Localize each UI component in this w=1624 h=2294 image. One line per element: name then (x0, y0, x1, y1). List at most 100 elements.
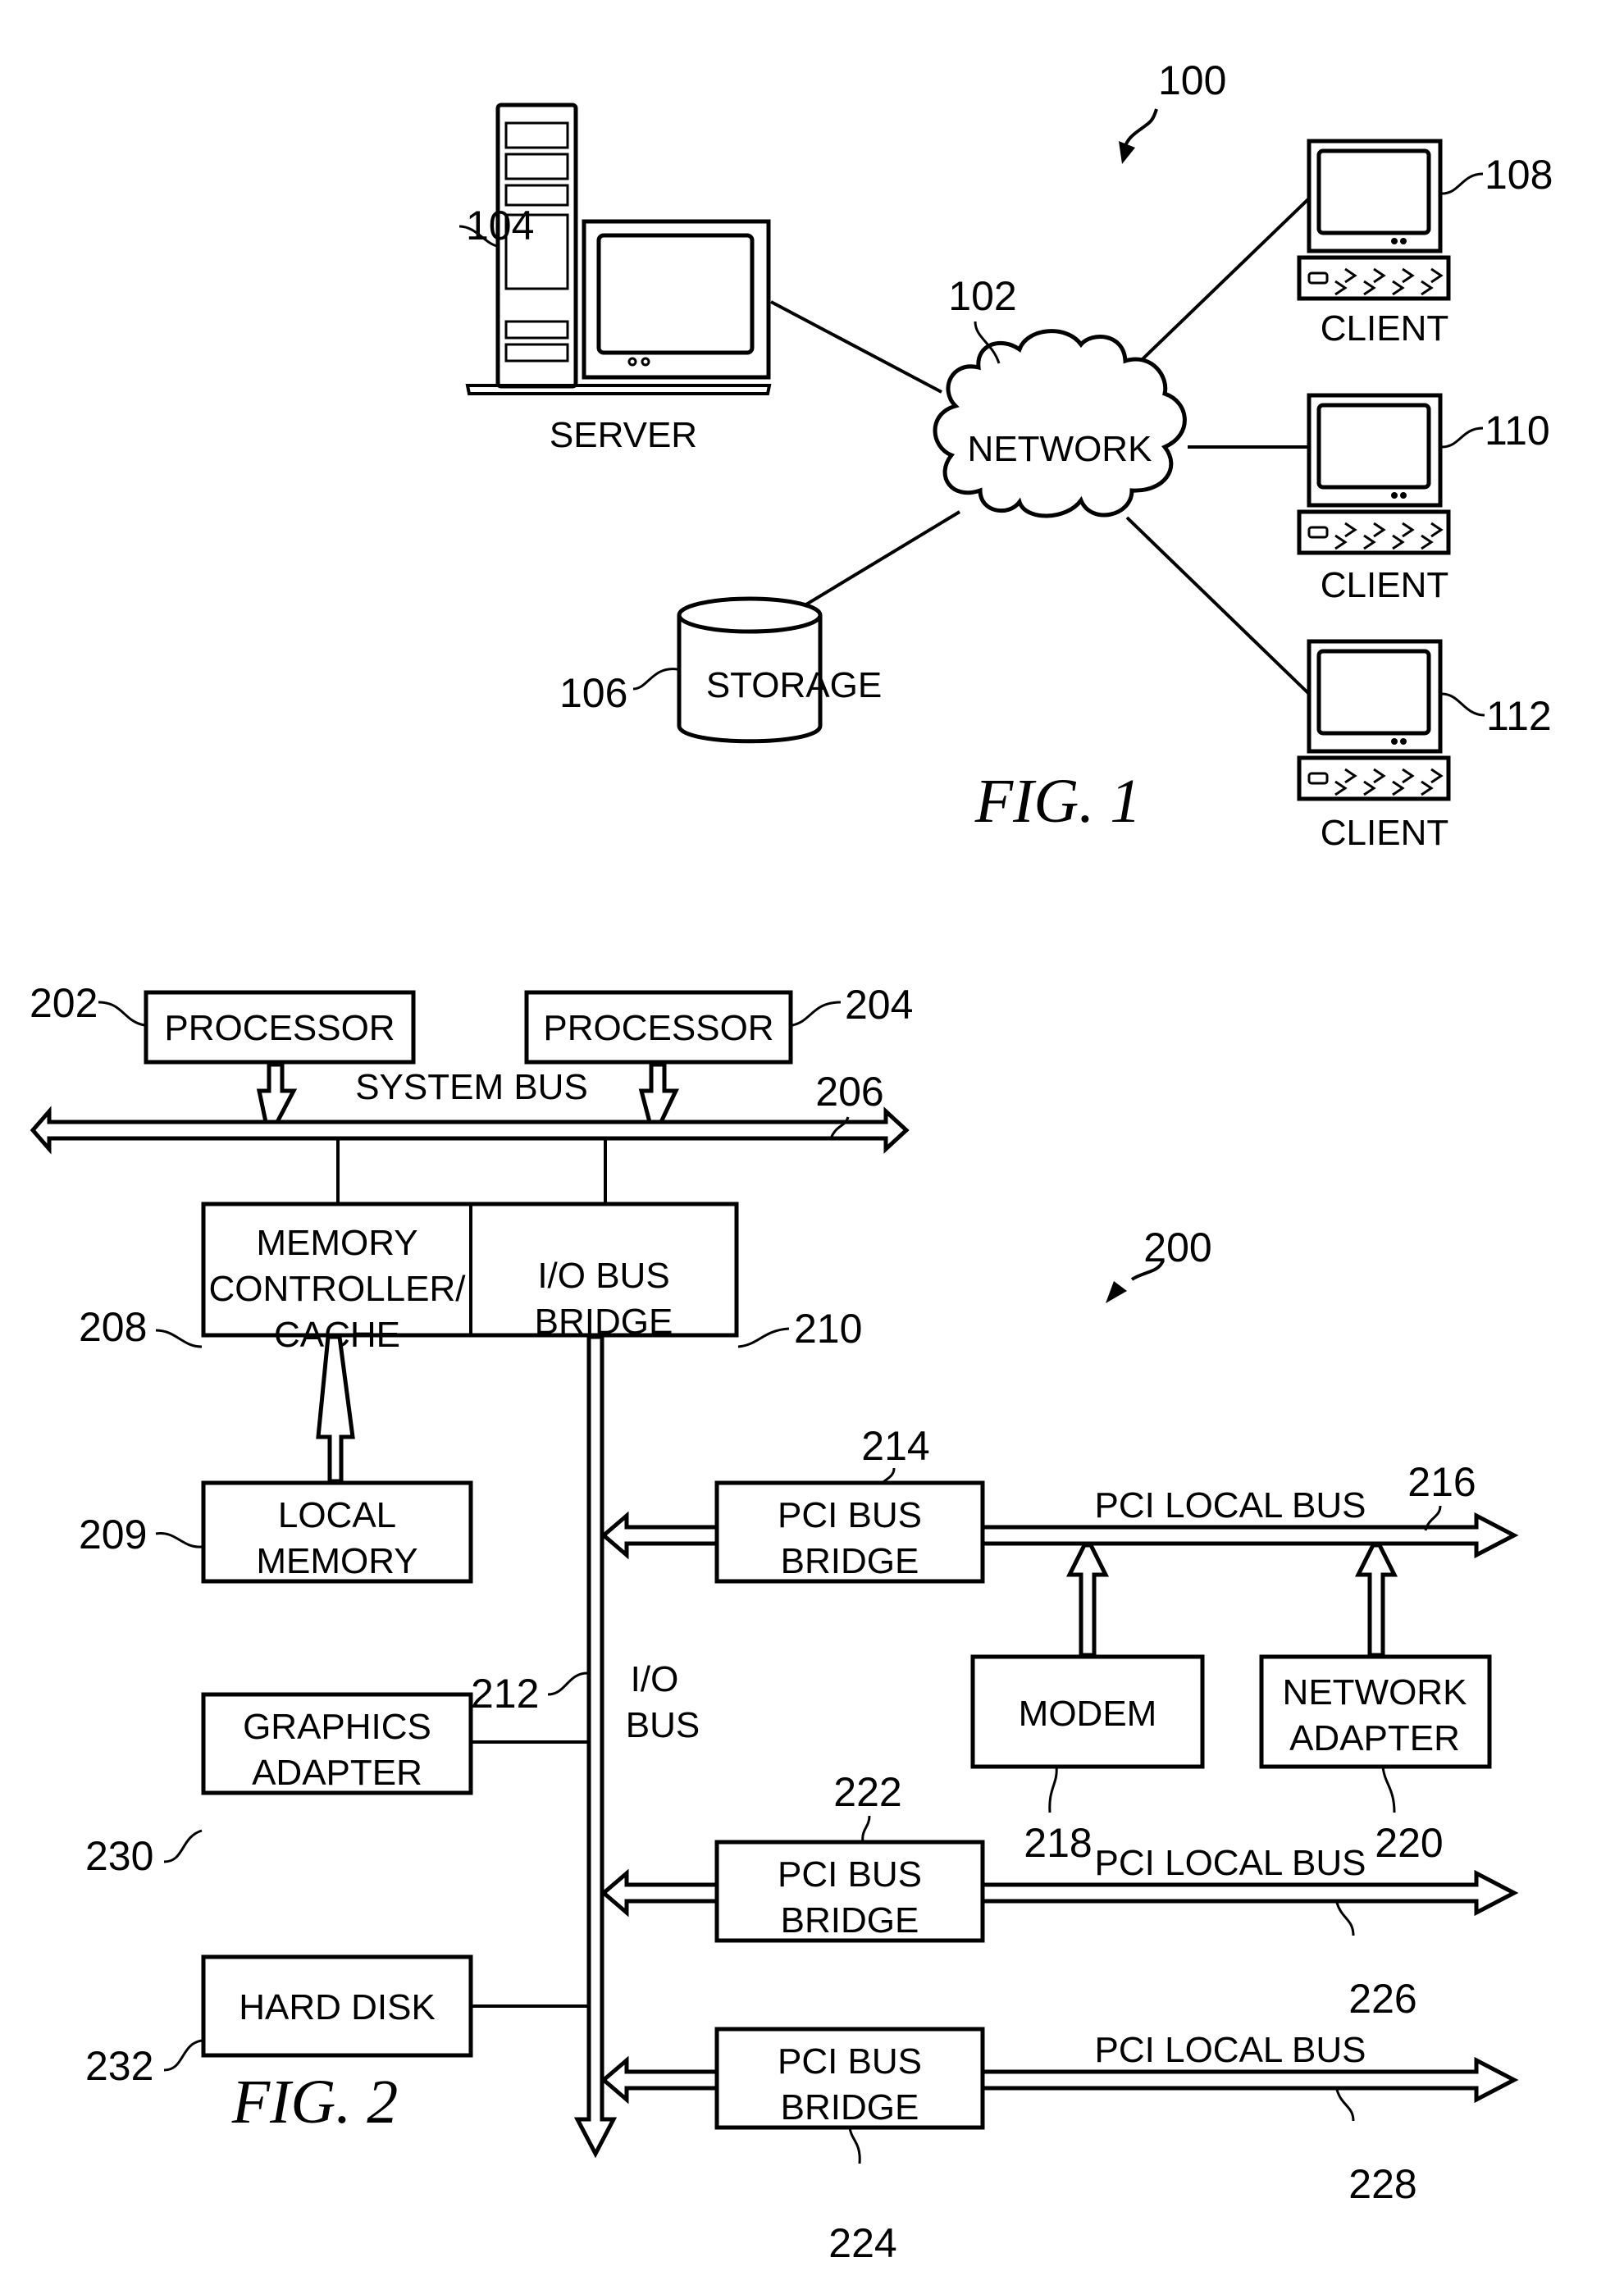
ref-210: 210 (794, 1306, 862, 1352)
leader-202 (98, 1001, 145, 1027)
ref-218: 218 (1024, 1820, 1092, 1866)
leader-224 (848, 2127, 861, 2164)
leader-110 (1441, 426, 1484, 449)
io-bus-line-2: BUS (626, 1705, 700, 1745)
modem-arrow-icon (1065, 1543, 1110, 1658)
client-112-icon (1297, 639, 1451, 801)
link-network-storage (792, 510, 961, 613)
leader-112 (1441, 692, 1485, 717)
ref-108: 108 (1485, 152, 1553, 198)
link-network-client-112 (1125, 516, 1312, 697)
ref-232: 232 (85, 2043, 153, 2089)
leader-212 (547, 1671, 588, 1696)
pci-bridge-214-line-1: PCI BUS (778, 1495, 922, 1535)
pci-bridge-224-iobus-arrow-icon (600, 2055, 719, 2105)
hard-disk-label: HARD DISK (239, 1987, 436, 2027)
server-label: SERVER (550, 415, 697, 455)
graphics-adapter-line-2: ADAPTER (252, 1753, 422, 1793)
graphics-adapter-line-1: GRAPHICS (243, 1707, 431, 1747)
client-110-label: CLIENT (1321, 565, 1448, 605)
leader-208 (155, 1329, 203, 1348)
client-112-label: CLIENT (1321, 813, 1448, 853)
system-bus (30, 1106, 910, 1155)
ref-228: 228 (1348, 2161, 1416, 2207)
leader-226 (1335, 1902, 1355, 1936)
client-108-label: CLIENT (1321, 308, 1448, 349)
patent-drawing-sheet: 100 104 SERVER NETWORK 102 STORAGE 106 1… (30, 57, 1553, 2266)
ref-106: 106 (559, 670, 627, 716)
leader-218 (1048, 1766, 1058, 1813)
leader-228 (1335, 2089, 1355, 2122)
pci-local-bus-216-label: PCI LOCAL BUS (1095, 1485, 1366, 1526)
leader-214 (881, 1467, 896, 1484)
processor-202-label: PROCESSOR (164, 1008, 395, 1048)
figure-1-caption: FIG. 1 (974, 767, 1142, 836)
network-adapter-line-2: ADAPTER (1289, 1718, 1460, 1758)
ref-200: 200 (1143, 1225, 1211, 1270)
ref-100: 100 (1158, 57, 1226, 103)
network-label: NETWORK (968, 429, 1152, 469)
ref-220: 220 (1375, 1820, 1443, 1866)
ref-214: 214 (861, 1423, 929, 1469)
network-adapter-arrow-icon (1354, 1543, 1398, 1658)
local-memory-line-2: MEMORY (256, 1541, 417, 1581)
local-memory-line-1: LOCAL (278, 1495, 396, 1535)
io-bus-line-1: I/O (631, 1659, 679, 1699)
figure-2-caption: FIG. 2 (231, 2068, 399, 2137)
leader-220 (1381, 1766, 1396, 1813)
pci-local-bus-226-label: PCI LOCAL BUS (1095, 1843, 1366, 1883)
ref-216: 216 (1407, 1459, 1476, 1505)
leader-106 (632, 668, 678, 691)
pci-local-bus-228-label: PCI LOCAL BUS (1095, 2030, 1366, 2070)
figure-1: 100 104 SERVER NETWORK 102 STORAGE 106 1… (458, 57, 1553, 853)
leader-210 (737, 1327, 790, 1348)
ref-222: 222 (833, 1769, 901, 1815)
processor-204-label: PROCESSOR (543, 1008, 773, 1048)
link-network-client-108 (1122, 195, 1312, 379)
client-108-icon (1297, 139, 1451, 301)
leader-230 (163, 1829, 203, 1863)
figure-2: 200 PROCESSOR 202 PROCESSOR 204 SYSTEM B… (30, 980, 1519, 2266)
ref-206: 206 (815, 1069, 883, 1115)
io-bus (573, 1334, 618, 2159)
ref-104: 104 (466, 203, 534, 249)
ref-230: 230 (85, 1833, 153, 1879)
ref-202: 202 (30, 980, 98, 1026)
server-icon (465, 103, 772, 395)
modem-label: MODEM (1019, 1694, 1157, 1734)
processor-202-bus-arrow-icon (256, 1062, 298, 1124)
ref-110: 110 (1485, 408, 1550, 454)
local-memory-arrow-icon (316, 1334, 355, 1484)
ref-208: 208 (79, 1304, 147, 1350)
processor-204-bus-arrow-icon (638, 1062, 679, 1124)
ref-100-arrow-icon (1119, 108, 1158, 164)
pci-bridge-222-line-1: PCI BUS (778, 1854, 922, 1895)
storage-label: STORAGE (706, 665, 882, 705)
io-bridge-line-1: I/O BUS (537, 1256, 669, 1296)
pci-bridge-214-iobus-arrow-icon (600, 1511, 719, 1560)
network-cloud-icon (933, 329, 1187, 518)
client-110-icon (1297, 393, 1451, 555)
memory-controller-line-1: MEMORY (256, 1223, 417, 1263)
leader-204 (791, 1001, 842, 1027)
pci-bridge-222-line-2: BRIDGE (781, 1900, 919, 1941)
memory-controller-line-2: CONTROLLER/ (209, 1269, 467, 1309)
leader-222 (861, 1815, 871, 1843)
leader-232 (163, 2039, 203, 2072)
network-adapter-line-1: NETWORK (1283, 1672, 1467, 1713)
ref-212: 212 (471, 1671, 539, 1717)
leader-108 (1441, 172, 1484, 195)
pci-bridge-222-iobus-arrow-icon (600, 1868, 719, 1918)
ref-102: 102 (948, 273, 1016, 319)
pci-bridge-224-line-2: BRIDGE (781, 2087, 919, 2128)
ref-209: 209 (79, 1512, 147, 1557)
pci-bridge-214-line-2: BRIDGE (781, 1541, 919, 1581)
ref-224: 224 (828, 2220, 896, 2266)
ref-226: 226 (1348, 1976, 1416, 2022)
ref-112: 112 (1486, 693, 1552, 739)
link-server-network (770, 300, 942, 394)
system-bus-label: SYSTEM BUS (355, 1067, 588, 1107)
ref-204: 204 (845, 982, 913, 1028)
pci-bridge-224-line-1: PCI BUS (778, 2041, 922, 2082)
leader-209 (155, 1532, 203, 1548)
